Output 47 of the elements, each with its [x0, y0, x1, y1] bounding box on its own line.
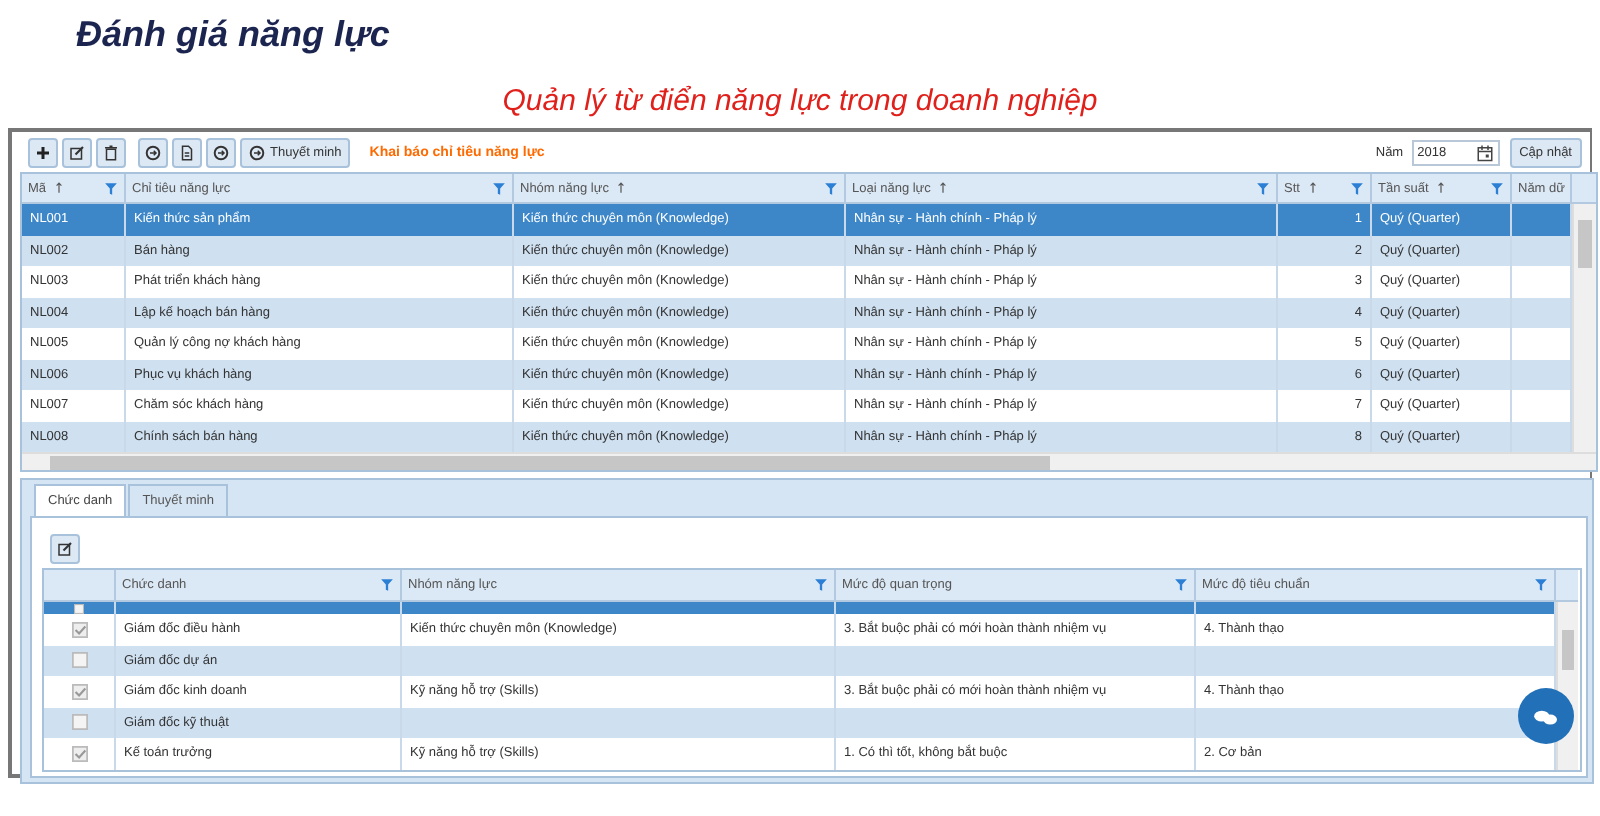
filter-icon [1534, 578, 1548, 592]
sort-arrow-icon [616, 182, 627, 194]
edit-icon [68, 144, 86, 162]
checkbox[interactable] [71, 683, 87, 700]
checkbox[interactable] [71, 745, 87, 762]
filter-icon [104, 181, 118, 195]
arrow-circle-icon [144, 144, 162, 162]
edit-icon [56, 540, 74, 558]
checkbox[interactable] [71, 621, 87, 638]
vertical-scrollbar[interactable] [1572, 204, 1596, 452]
table-cell [1512, 235, 1572, 266]
table-cell [1512, 359, 1572, 390]
trash-icon [102, 144, 120, 162]
arrow-button[interactable] [138, 138, 168, 168]
arrow-circle-icon [212, 144, 230, 162]
filter-icon [1256, 181, 1270, 195]
document-button[interactable] [172, 138, 202, 168]
add-button[interactable] [28, 138, 58, 168]
page-subtitle: Quản lý từ điển năng lực trong doanh nghiệp [500, 84, 1100, 120]
filter-icon [824, 181, 838, 195]
filter-icon [1490, 181, 1504, 195]
sort-arrow-icon [1436, 182, 1447, 194]
edit-button[interactable] [50, 534, 80, 564]
sort-arrow-icon [938, 182, 949, 194]
sort-arrow-icon [54, 182, 65, 194]
document-icon [178, 144, 196, 162]
delete-button[interactable] [96, 138, 126, 168]
page-title: Đánh giá năng lực [76, 12, 392, 56]
arrow-button[interactable] [206, 138, 236, 168]
checkbox[interactable] [71, 714, 87, 731]
table-cell [1512, 297, 1572, 328]
filter-icon [492, 181, 506, 195]
table-cell [1512, 204, 1572, 235]
horizontal-scrollbar[interactable] [22, 452, 1596, 470]
table-cell [1512, 421, 1572, 452]
checkbox[interactable] [71, 652, 87, 669]
arrow-circle-icon [248, 144, 266, 162]
calendar-icon [1475, 144, 1494, 162]
filter-icon [1174, 578, 1188, 592]
chat-bubbles-icon [1532, 705, 1560, 727]
filter-icon [814, 578, 828, 592]
add-icon [34, 144, 52, 162]
sort-arrow-icon [1307, 182, 1318, 194]
edit-button[interactable] [62, 138, 92, 168]
checkbox[interactable] [74, 603, 84, 613]
filter-icon [380, 578, 394, 592]
filter-icon [1350, 181, 1364, 195]
